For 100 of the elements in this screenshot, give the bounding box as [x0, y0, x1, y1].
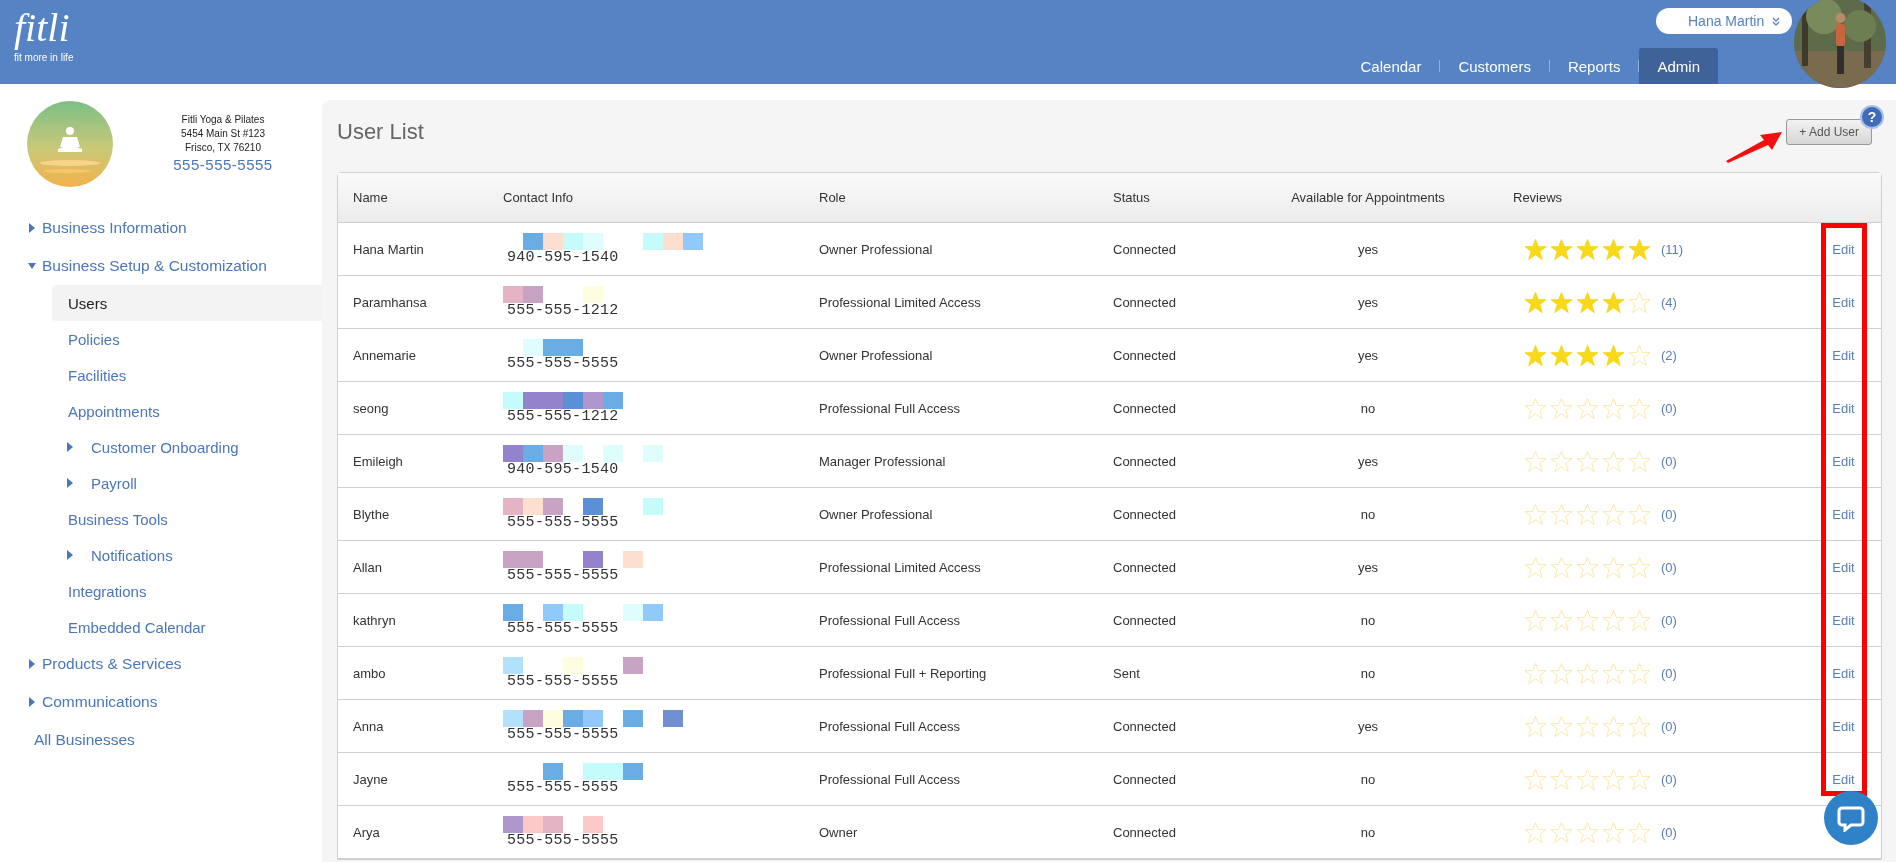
table-cell-text: Hana Martin: [352, 241, 425, 257]
table-cell-text: Jayne: [352, 771, 389, 787]
star-icon: [1524, 608, 1547, 632]
edit-link[interactable]: Edit: [1832, 771, 1855, 787]
sidebar-item[interactable]: Customer Onboarding: [0, 429, 322, 465]
edit-link[interactable]: Edit: [1832, 665, 1855, 681]
edit-link[interactable]: Edit: [1832, 718, 1855, 734]
edit-link[interactable]: Edit: [1832, 294, 1855, 310]
caret-icon[interactable]: [28, 223, 36, 233]
star-icon: [1550, 290, 1573, 314]
star-icon: [1550, 820, 1573, 844]
edit-link[interactable]: Edit: [1832, 347, 1855, 363]
phone-number: 555-555-5555: [506, 356, 620, 371]
phone-number: 555-555-5555: [506, 727, 620, 742]
caret-icon[interactable]: [66, 550, 74, 560]
logo-wordmark: fitli: [13, 4, 71, 52]
edit-link[interactable]: Edit: [1832, 400, 1855, 416]
edit-link[interactable]: Edit: [1832, 506, 1855, 522]
sidebar-item[interactable]: Appointments: [0, 393, 322, 429]
phone-number: 940-595-1540: [506, 250, 620, 265]
star-icon: [1576, 396, 1599, 420]
caret-icon[interactable]: [66, 442, 74, 452]
table-cell-text: ambo: [352, 665, 387, 681]
table-cell-text: Professional Full + Reporting: [818, 665, 988, 681]
column-header: Available for Appointments: [1290, 190, 1446, 205]
review-count[interactable]: (0): [1661, 771, 1677, 787]
review-count[interactable]: (0): [1661, 559, 1677, 575]
help-icon[interactable]: ?: [1862, 107, 1882, 127]
table-cell-text: yes: [1356, 559, 1380, 575]
nav-tab[interactable]: Customers: [1440, 48, 1549, 84]
star-icon: [1602, 502, 1625, 526]
review-count[interactable]: (4): [1661, 294, 1677, 310]
table-cell-text: Professional Full Access: [818, 612, 961, 628]
caret-icon[interactable]: [28, 697, 36, 707]
review-count[interactable]: (11): [1661, 241, 1684, 257]
table-cell-text: yes: [1356, 241, 1380, 257]
caret-icon[interactable]: [28, 659, 36, 669]
sidebar-item[interactable]: Business Setup & Customization: [0, 247, 322, 285]
edit-link[interactable]: Edit: [1832, 241, 1855, 257]
star-icon: [1602, 714, 1625, 738]
nav-tab[interactable]: Reports: [1549, 48, 1639, 84]
table-cell-text: Owner Professional: [818, 506, 934, 522]
column-header: Contact Info: [502, 190, 575, 205]
speech-bubble-icon: [1837, 804, 1865, 832]
sidebar-item[interactable]: Notifications: [0, 537, 322, 573]
edit-link[interactable]: Edit: [1832, 453, 1855, 469]
table-cell-text: Connected: [1112, 559, 1177, 575]
review-count[interactable]: (0): [1661, 824, 1677, 840]
sidebar-item[interactable]: Business Information: [0, 209, 322, 247]
review-count[interactable]: (0): [1661, 400, 1677, 416]
sidebar-item[interactable]: Products & Services: [0, 645, 322, 683]
star-icon: [1576, 608, 1599, 632]
caret-icon[interactable]: [28, 261, 36, 271]
star-icon: [1628, 237, 1651, 261]
nav-tab[interactable]: Admin: [1639, 48, 1718, 84]
sidebar-item[interactable]: Facilities: [0, 357, 322, 393]
chevron-down-icon: [1772, 16, 1781, 26]
star-icon: [1602, 820, 1625, 844]
table-cell-text: no: [1359, 824, 1377, 840]
star-icon: [1602, 343, 1625, 367]
table-cell-text: no: [1359, 612, 1377, 628]
edit-link[interactable]: Edit: [1832, 559, 1855, 575]
sidebar-item[interactable]: Embedded Calendar: [0, 609, 322, 645]
table-cell-text: no: [1359, 506, 1377, 522]
table-cell-text: Allan: [352, 559, 383, 575]
column-header: Role: [818, 190, 847, 205]
review-count[interactable]: (2): [1661, 347, 1677, 363]
table-cell-text: yes: [1356, 294, 1380, 310]
sidebar-item[interactable]: Users: [52, 285, 322, 321]
sidebar-item[interactable]: Payroll: [0, 465, 322, 501]
review-count[interactable]: (0): [1661, 612, 1677, 628]
sidebar-item[interactable]: Integrations: [0, 573, 322, 609]
caret-icon[interactable]: [66, 478, 74, 488]
sidebar-item[interactable]: Policies: [0, 321, 322, 357]
nav-tab[interactable]: Calendar: [1342, 48, 1440, 84]
table-cell-text: Professional Limited Access: [818, 294, 982, 310]
review-count[interactable]: (0): [1661, 453, 1677, 469]
table-cell-text: Connected: [1112, 400, 1177, 416]
table-cell-text: yes: [1356, 718, 1380, 734]
star-icon: [1576, 767, 1599, 791]
star-icon: [1576, 343, 1599, 367]
phone-number: 940-595-1540: [506, 462, 620, 477]
review-count[interactable]: (0): [1661, 506, 1677, 522]
review-count[interactable]: (0): [1661, 718, 1677, 734]
sidebar-item[interactable]: Communications: [0, 683, 322, 721]
sidebar-item[interactable]: All Businesses: [0, 721, 322, 759]
phone-number: 555-555-1212: [506, 409, 620, 424]
table-cell-text: Anna: [352, 718, 385, 734]
table-cell-text: Connected: [1112, 824, 1177, 840]
table-cell-text: no: [1359, 771, 1377, 787]
star-icon: [1524, 449, 1547, 473]
phone-number: 555-555-5555: [506, 833, 620, 848]
edit-link[interactable]: Edit: [1832, 612, 1855, 628]
review-count[interactable]: (0): [1661, 665, 1677, 681]
sidebar-item[interactable]: Business Tools: [0, 501, 322, 537]
star-icon: [1576, 714, 1599, 738]
user-menu[interactable]: Hana Martin: [1656, 8, 1792, 34]
star-icon: [1550, 449, 1573, 473]
table-cell-text: Connected: [1112, 771, 1177, 787]
star-icon: [1628, 555, 1651, 579]
